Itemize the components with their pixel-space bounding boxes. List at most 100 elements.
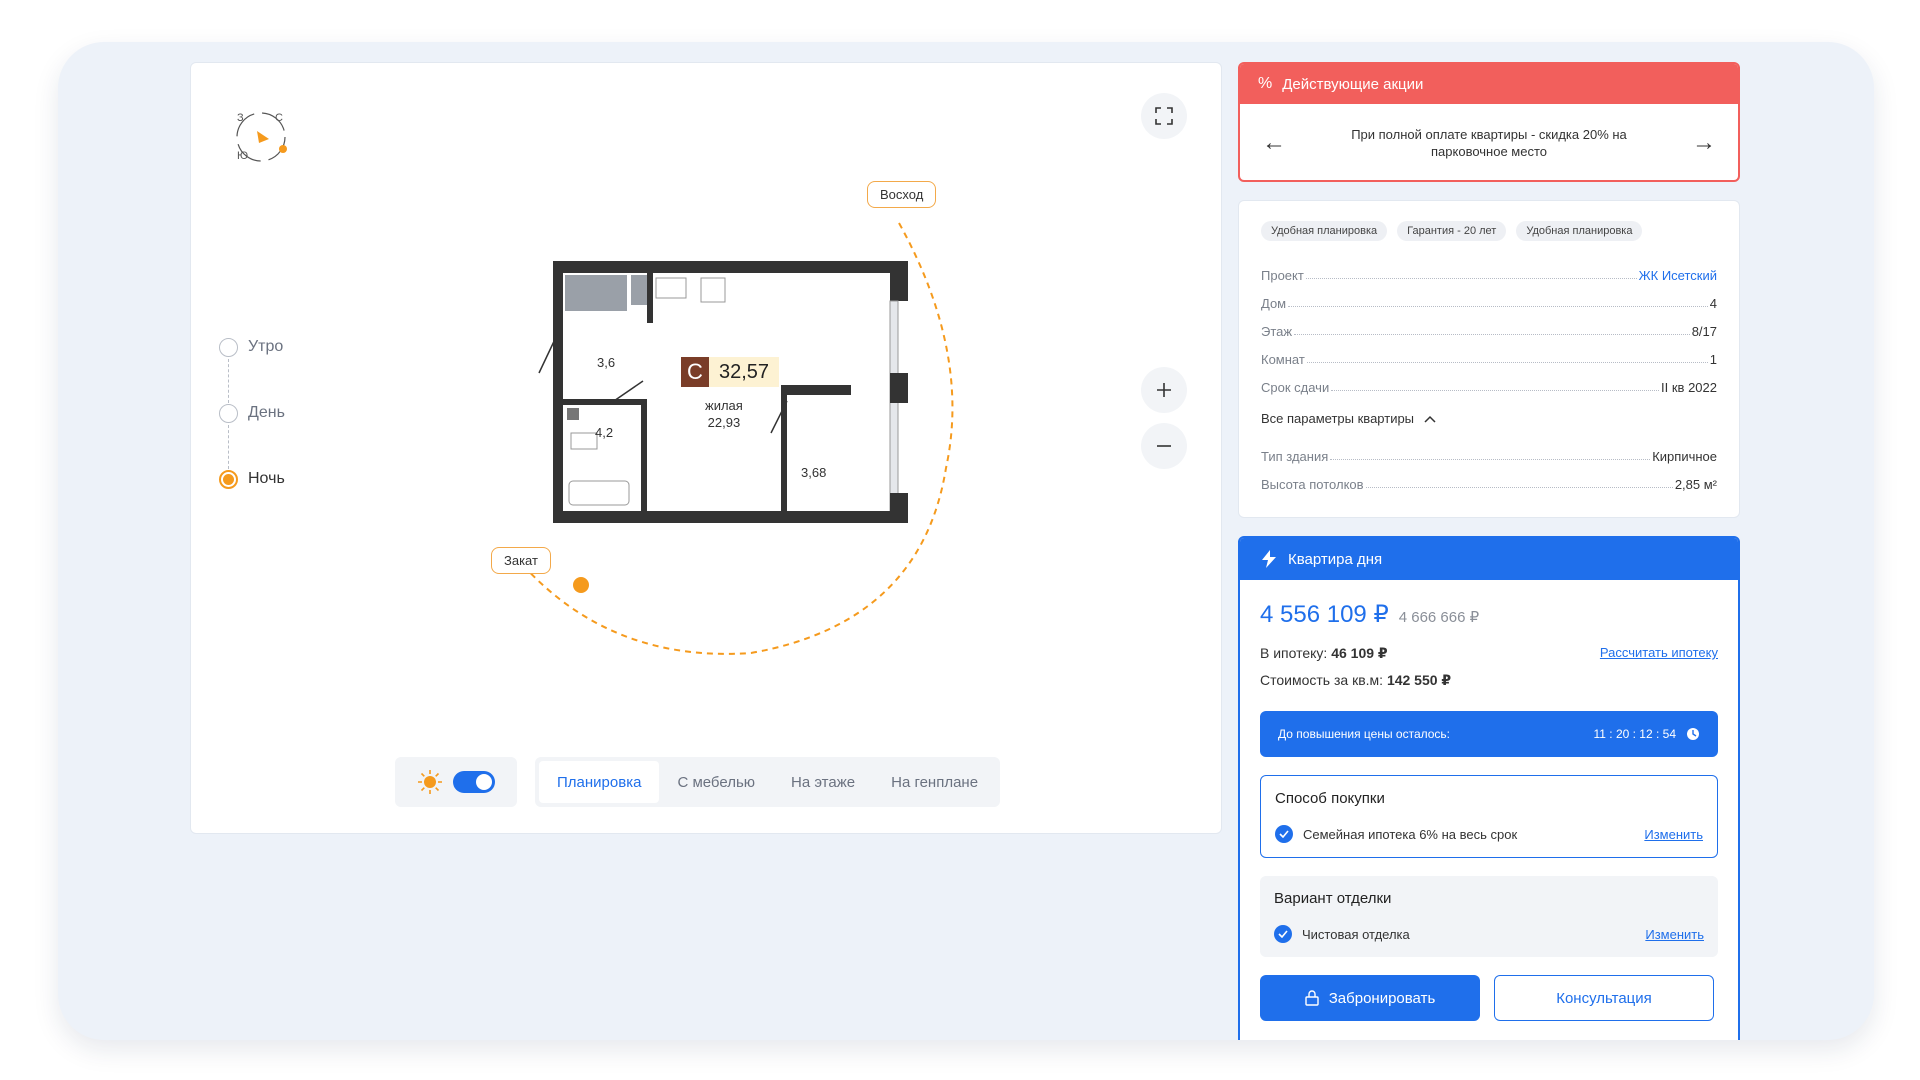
- apartment-type-letter: С: [681, 357, 709, 387]
- apartment-info-column: % Действующие акции ← При полной оплате …: [1238, 62, 1740, 1040]
- project-link[interactable]: ЖК Исетский: [1639, 268, 1717, 283]
- radio-morning[interactable]: [219, 337, 238, 357]
- calculate-mortgage-link[interactable]: Рассчитать ипотеку: [1600, 645, 1718, 662]
- timer-label: До повышения цены осталось:: [1278, 727, 1451, 741]
- radio-day[interactable]: [219, 403, 238, 423]
- param-value: II кв 2022: [1661, 380, 1717, 395]
- param-label: Этаж: [1261, 324, 1293, 339]
- feature-chip: Удобная планировка: [1516, 221, 1643, 241]
- sun-icon: [418, 770, 442, 794]
- time-of-day-selector: Утро День Ночь: [219, 337, 285, 489]
- time-morning-option[interactable]: Утро: [219, 337, 285, 403]
- compass-west: З: [237, 112, 244, 124]
- param-row-building-type: Тип здания Кирпичное: [1261, 436, 1717, 464]
- percent-icon: %: [1258, 75, 1273, 92]
- purchase-title: Способ покупки: [1275, 790, 1385, 807]
- param-label: Дом: [1261, 296, 1287, 311]
- purchase-row: Семейная ипотека 6% на весь срок Изменит…: [1275, 825, 1703, 843]
- tab-layout[interactable]: Планировка: [539, 761, 660, 803]
- sqm-price-row: Стоимость за кв.м: 142 550 ₽: [1260, 672, 1718, 689]
- purchase-method-block: Способ покупки Семейная ипотека 6% на ве…: [1260, 775, 1718, 858]
- sunrise-tag: Восход: [867, 181, 937, 208]
- purchase-value: Семейная ипотека 6% на весь срок: [1303, 826, 1518, 842]
- deal-header: Квартира дня: [1240, 538, 1738, 580]
- total-area-value: 32,57: [709, 357, 780, 387]
- change-purchase-link[interactable]: Изменить: [1644, 827, 1703, 842]
- zoom-in-button[interactable]: [1141, 367, 1187, 413]
- sun-toggle-switch[interactable]: [453, 771, 495, 793]
- param-row-rooms: Комнат 1: [1261, 339, 1717, 367]
- lightning-icon: [1262, 550, 1276, 568]
- book-button[interactable]: Забронировать: [1260, 975, 1480, 1021]
- price-block: 4 556 109 ₽ 4 666 666 ₽: [1260, 600, 1718, 629]
- view-tabs: Планировка С мебелью На этаже На генплан…: [535, 757, 1001, 807]
- lock-icon: [1305, 990, 1319, 1006]
- deal-title: Квартира дня: [1288, 550, 1383, 568]
- promo-text: При полной оплате квартиры - скидка 20% …: [1351, 127, 1627, 159]
- timeline-connector: [228, 359, 229, 403]
- param-label: Комнат: [1261, 352, 1305, 367]
- feature-chips: Удобная планировка Гарантия - 20 лет Удо…: [1261, 221, 1717, 241]
- param-row-deadline: Срок сдачи II кв 2022: [1261, 367, 1717, 395]
- room-hall-area: 3,6: [597, 355, 616, 370]
- param-label: Высота потолков: [1261, 477, 1364, 492]
- book-label: Забронировать: [1328, 989, 1436, 1007]
- param-value: 8/17: [1691, 324, 1717, 339]
- compass-south: Ю: [237, 150, 248, 162]
- param-row-floor: Этаж 8/17: [1261, 311, 1717, 339]
- param-row-house: Дом 4: [1261, 283, 1717, 311]
- param-value: 2,85 м²: [1674, 477, 1717, 492]
- param-value: Кирпичное: [1652, 449, 1717, 464]
- total-area-badge: С 32,57: [681, 357, 780, 387]
- feature-chip: Удобная планировка: [1261, 221, 1388, 241]
- living-area-block: жилая 22,93: [705, 397, 743, 431]
- apartment-params-card: Удобная планировка Гарантия - 20 лет Удо…: [1238, 200, 1740, 518]
- change-finish-link[interactable]: Изменить: [1645, 927, 1704, 942]
- living-area-value: 22,93: [707, 415, 741, 430]
- mortgage-value: 46 109 ₽: [1331, 645, 1388, 661]
- tab-furniture[interactable]: С мебелью: [659, 761, 773, 803]
- living-area-label: жилая: [705, 398, 743, 413]
- floor-plan-card: З С Ю Утро День Ночь Восход Закат 3,6 4,…: [190, 62, 1222, 834]
- finish-value: Чистовая отделка: [1302, 926, 1410, 942]
- sun-path-toggle[interactable]: [395, 757, 517, 807]
- plus-icon: [1157, 383, 1171, 397]
- promo-title: Действующие акции: [1282, 75, 1424, 93]
- param-label: Тип здания: [1261, 449, 1329, 464]
- time-night-option[interactable]: Ночь: [219, 469, 285, 489]
- param-row-ceiling: Высота потолков 2,85 м²: [1261, 464, 1717, 492]
- check-icon: [1274, 925, 1292, 943]
- fullscreen-button[interactable]: [1141, 93, 1187, 139]
- time-day-option[interactable]: День: [219, 403, 285, 469]
- param-value: 1: [1709, 352, 1717, 367]
- tab-masterplan[interactable]: На генплане: [873, 761, 996, 803]
- all-params-toggle[interactable]: Все параметры квартиры: [1261, 411, 1717, 426]
- param-label: Проект: [1261, 268, 1304, 283]
- tab-floor[interactable]: На этаже: [773, 761, 873, 803]
- time-day-label: День: [248, 404, 285, 421]
- time-morning-label: Утро: [248, 338, 284, 355]
- check-icon: [1275, 825, 1293, 843]
- room-balcony-area: 3,68: [801, 465, 827, 480]
- timeline-connector: [228, 425, 229, 469]
- compass-widget: З С Ю: [229, 101, 299, 171]
- fullscreen-icon: [1155, 107, 1173, 125]
- radio-night[interactable]: [219, 469, 238, 489]
- all-params-label: Все параметры квартиры: [1261, 411, 1415, 426]
- feature-chip: Гарантия - 20 лет: [1397, 221, 1507, 241]
- sunset-tag: Закат: [491, 547, 551, 574]
- promo-card: % Действующие акции ← При полной оплате …: [1238, 62, 1740, 182]
- price-current: 4 556 109 ₽: [1260, 601, 1389, 628]
- sqm-value: 142 550 ₽: [1386, 672, 1452, 688]
- consultation-button[interactable]: Консультация: [1494, 975, 1714, 1021]
- arrow-left-icon[interactable]: ←: [1262, 129, 1286, 157]
- sqm-label: Стоимость за кв.м:: [1260, 672, 1384, 688]
- compass-icon: З С Ю: [236, 112, 287, 162]
- price-old: 4 666 666 ₽: [1398, 609, 1480, 626]
- chevron-up-icon: [1424, 415, 1436, 423]
- zoom-out-button[interactable]: [1141, 423, 1187, 469]
- arrow-right-icon[interactable]: →: [1692, 129, 1716, 157]
- plan-bottom-controls: Планировка С мебелью На этаже На генплан…: [395, 757, 1001, 807]
- param-row-project: Проект ЖК Исетский: [1261, 255, 1717, 283]
- compass-north: С: [275, 112, 283, 124]
